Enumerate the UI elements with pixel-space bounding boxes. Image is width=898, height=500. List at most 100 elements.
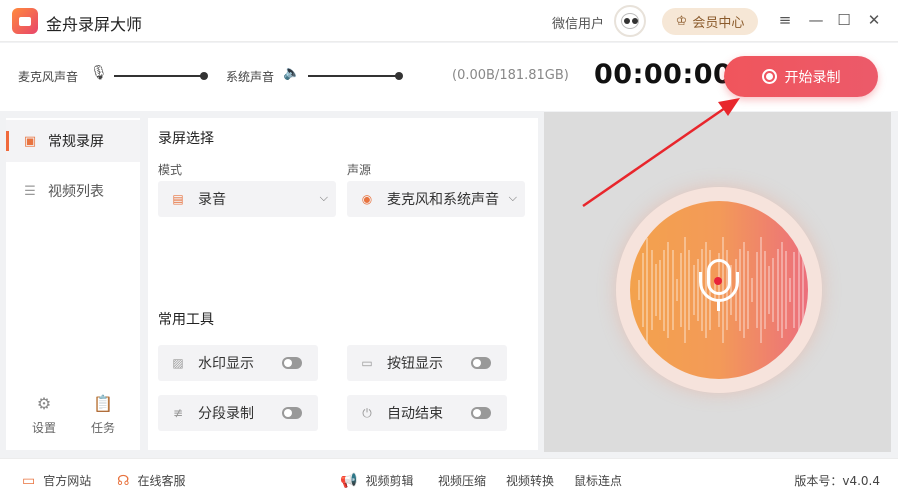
close-icon[interactable]: ✕	[863, 9, 885, 31]
version-label: 版本号：v4.0.4	[794, 474, 880, 488]
sound-wave-bar	[759, 237, 762, 343]
mode-select[interactable]: ▤ 录音 ⌵	[158, 181, 336, 217]
sound-wave-bar	[780, 242, 783, 339]
system-volume-slider[interactable]	[308, 75, 400, 77]
video-compress-link[interactable]: 视频压缩	[438, 472, 486, 489]
segment-icon: ≢	[172, 406, 184, 420]
sound-wave-bar	[659, 259, 661, 321]
maximize-icon[interactable]: ☐	[833, 9, 855, 31]
system-volume-label: 系统声音	[226, 70, 275, 84]
vip-center-label: 会员中心	[692, 16, 745, 31]
start-recording-label: 开始录制	[784, 69, 841, 86]
tasks-label: 任务	[90, 421, 115, 435]
sound-wave-bar	[688, 250, 691, 330]
online-service-link[interactable]: ☊ 在线客服	[117, 472, 185, 489]
chevron-down-icon: ⌵	[319, 191, 328, 204]
sound-source-icon: ◉	[361, 192, 373, 206]
avatar[interactable]	[614, 5, 646, 37]
button-display-toggle[interactable]	[471, 357, 491, 369]
headset-icon: ☊	[117, 472, 130, 489]
sound-wave-bar	[768, 265, 771, 315]
settings-button[interactable]: ⚙ 设置	[19, 394, 69, 436]
mic-volume-label: 麦克风声音	[18, 70, 79, 84]
sound-wave-bar	[751, 278, 754, 302]
sidebar-item-label: 常规录屏	[48, 134, 104, 150]
video-edit-link[interactable]: 📢 视频剪辑	[340, 472, 413, 489]
microphone-stem-icon	[717, 301, 720, 311]
menu-icon[interactable]: ≡	[774, 9, 796, 31]
sound-wave-bar	[789, 277, 792, 303]
sidebar-item-video-list[interactable]: ☰ 视频列表	[6, 170, 140, 212]
video-compress-label: 视频压缩	[438, 474, 487, 488]
mode-label: 模式	[158, 163, 183, 177]
sound-wave-bar	[650, 249, 653, 331]
sidebar-item-label: 视频列表	[48, 184, 104, 200]
sound-wave-bar	[776, 248, 779, 332]
sound-wave-bar	[642, 253, 645, 327]
sound-wave-bar	[696, 259, 699, 321]
sound-wave-bar	[671, 249, 674, 331]
title-bar: 金舟录屏大师 微信用户 ♔ 会员中心 ≡ — ☐ ✕	[0, 0, 898, 42]
sound-wave-bar	[684, 237, 687, 343]
mode-value: 录音	[198, 192, 226, 208]
tool-watermark[interactable]: ▨ 水印显示	[158, 345, 318, 381]
tool-label: 水印显示	[198, 356, 254, 372]
video-camera-icon: ▣	[23, 133, 37, 149]
speaker-icon[interactable]: 🔈	[283, 65, 300, 81]
sound-wave-bar	[638, 280, 640, 300]
sound-wave-bar	[785, 251, 787, 329]
tool-button-display[interactable]: ▭ 按钮显示	[347, 345, 507, 381]
mic-volume-slider[interactable]	[114, 75, 204, 77]
sound-wave-bar	[801, 251, 804, 329]
audio-bar: 麦克风声音 🎙 系统声音 🔈 (0.00B/181.81GB) 00:00:00…	[0, 43, 898, 111]
vip-center-button[interactable]: ♔ 会员中心	[662, 8, 758, 35]
storage-info: (0.00B/181.81GB)	[452, 68, 569, 83]
sound-wave-bar	[680, 253, 682, 327]
segment-recording-toggle[interactable]	[282, 407, 302, 419]
source-select[interactable]: ◉ 麦克风和系统声音 ⌵	[347, 181, 525, 217]
power-icon: ⏻	[362, 405, 372, 420]
tool-segment-recording[interactable]: ≢ 分段录制	[158, 395, 318, 431]
sound-wave-bar	[747, 250, 750, 330]
minimize-icon[interactable]: —	[805, 9, 827, 31]
sound-wave-bar	[743, 241, 745, 339]
settings-panel: 录屏选择 模式 声源 ▤ 录音 ⌵ ◉ 麦克风和系统声音 ⌵ 常用工具 ▨ 水印…	[148, 118, 538, 450]
system-volume-knob[interactable]	[395, 72, 403, 80]
app-logo-icon	[12, 8, 38, 34]
video-convert-label: 视频转换	[506, 474, 555, 488]
keyboard-icon: ▭	[361, 356, 373, 370]
user-name[interactable]: 微信用户	[552, 13, 604, 32]
mic-icon[interactable]: 🎙	[90, 65, 108, 81]
sidebar: ▣ 常规录屏 ☰ 视频列表 ⚙ 设置 📋 任务	[6, 118, 140, 450]
recording-timer: 00:00:00	[594, 59, 733, 90]
official-website-link[interactable]: ▭ 官方网站	[22, 472, 91, 489]
record-icon	[761, 69, 777, 84]
mic-volume-knob[interactable]	[200, 72, 208, 80]
monitor-icon: ▭	[22, 472, 36, 489]
auto-stop-toggle[interactable]	[471, 407, 491, 419]
list-icon: ☰	[24, 183, 36, 199]
sound-wave-bar	[797, 237, 800, 343]
audio-wave-icon: ▤	[172, 192, 184, 206]
video-convert-link[interactable]: 视频转换	[506, 472, 554, 489]
section-title-tools: 常用工具	[158, 312, 214, 328]
online-service-label: 在线客服	[137, 474, 186, 488]
sound-wave-bar	[646, 237, 649, 343]
mouse-clicker-link[interactable]: 鼠标连点	[574, 472, 622, 489]
source-value: 麦克风和系统声音	[387, 192, 499, 208]
sound-wave-bar	[667, 241, 670, 339]
bottom-bar: ▭ 官方网站 ☊ 在线客服 📢 视频剪辑 视频压缩 视频转换 鼠标连点 版本号：…	[0, 458, 898, 500]
crown-icon: ♔	[675, 14, 688, 29]
sound-wave-bar	[764, 250, 766, 330]
sound-wave-bar	[793, 251, 796, 329]
sidebar-item-regular-recording[interactable]: ▣ 常规录屏	[6, 120, 140, 162]
start-recording-button[interactable]: 开始录制	[724, 56, 878, 97]
watermark-toggle[interactable]	[282, 357, 302, 369]
mouse-clicker-label: 鼠标连点	[574, 474, 623, 488]
tool-label: 自动结束	[387, 406, 443, 422]
section-title-recording: 录屏选择	[158, 131, 214, 147]
gear-icon: ⚙	[36, 394, 52, 413]
tasks-button[interactable]: 📋 任务	[78, 394, 128, 436]
official-website-label: 官方网站	[43, 474, 92, 488]
tool-auto-stop[interactable]: ⏻ 自动结束	[347, 395, 507, 431]
